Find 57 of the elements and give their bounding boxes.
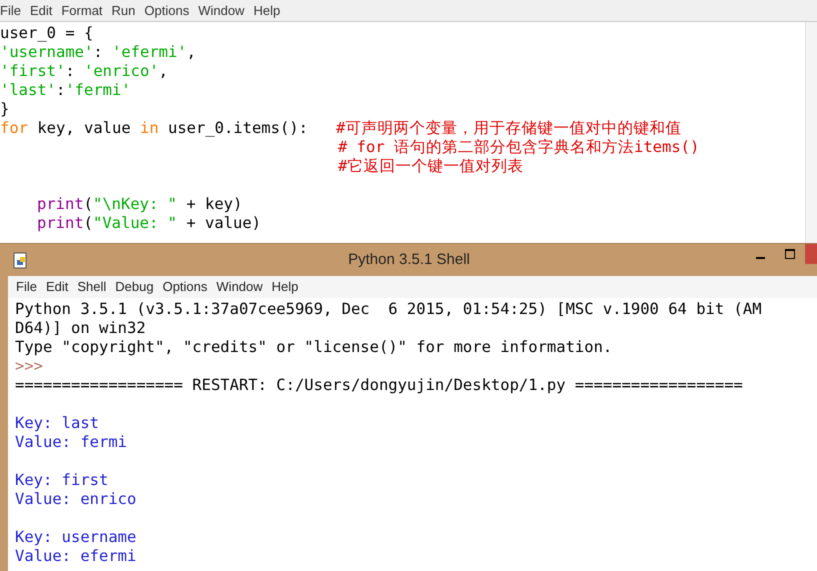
code-token: 'efermi'	[112, 43, 187, 61]
code-token: ,	[158, 62, 168, 80]
code-comment: # for 语句的第二部分包含字典名和方法items()	[338, 138, 700, 156]
shell-line: ================== RESTART: C:/Users/dongyujin/Desktop/1.py ==================	[15, 376, 743, 394]
shell-line: Key: username	[15, 528, 136, 546]
code-token: ,	[186, 43, 196, 61]
window-title: Python 3.5.1 Shell	[348, 250, 471, 270]
code-token: :	[56, 81, 66, 99]
shell-line: Value: enrico	[15, 490, 136, 508]
code-comment: #可声明两个变量，用于存储键一值对中的键和值	[336, 119, 682, 137]
shell-prompt: >>>	[15, 357, 43, 375]
code-token: user_0 = {	[0, 24, 94, 42]
shell-line: Python 3.5.1 (v3.5.1:37a07cee5969, Dec 6 2015, 01:54:25) [MSC v.1900 64 bit (AM	[15, 300, 762, 318]
menu-item[interactable]: Options	[144, 0, 190, 20]
code-token: for	[0, 119, 28, 137]
menu-item[interactable]: File	[16, 277, 37, 297]
code-token: + key)	[185, 195, 242, 213]
code-token: print	[37, 214, 84, 232]
code-token: in	[140, 119, 159, 137]
code-token: 'first'	[0, 62, 66, 80]
shell-line: Key: first	[15, 471, 108, 489]
menu-item[interactable]: Edit	[46, 277, 68, 297]
menu-item[interactable]: Run	[112, 0, 136, 20]
code-token: :	[93, 43, 104, 61]
menu-item[interactable]: Edit	[30, 0, 52, 20]
shell-line: Key: last	[15, 414, 99, 432]
code-token: 'last'	[0, 81, 56, 99]
code-token: print	[37, 195, 84, 213]
menu-item[interactable]: Window	[216, 277, 263, 297]
menu-item[interactable]: Debug	[115, 277, 154, 297]
menu-item[interactable]: Help	[272, 277, 298, 297]
code-token: "Value: "	[93, 214, 178, 232]
shell-line: Value: efermi	[15, 547, 136, 565]
menu-item[interactable]: Options	[162, 277, 208, 297]
menu-item[interactable]: Shell	[77, 277, 106, 297]
shell-line: Value: fermi	[15, 433, 127, 451]
code-token: (	[84, 195, 94, 213]
code-token: + value)	[185, 214, 262, 232]
code-comment: #它返回一个键一值对列表	[338, 157, 524, 175]
shell-line: D64)] on win32	[15, 319, 146, 337]
code-token: }	[0, 100, 10, 118]
menu-item[interactable]: Help	[253, 0, 280, 20]
code-token: 'username'	[0, 43, 94, 61]
shell-line: Type "copyright", "credits" or "license()" for more information.	[15, 338, 612, 356]
code-token: 'enrico'	[84, 62, 159, 80]
minimize-icon	[756, 257, 764, 259]
code-token: key, value	[36, 119, 132, 137]
code-token: 'fermi'	[65, 81, 131, 99]
scrollbar[interactable]	[805, 22, 817, 243]
code-token: :	[65, 62, 76, 80]
menu-item[interactable]: Format	[61, 0, 103, 20]
code-token: (	[84, 214, 94, 232]
menu-item[interactable]: File	[0, 0, 21, 20]
maximize-icon	[785, 249, 795, 259]
menu-item[interactable]: Window	[198, 0, 244, 20]
code-token: user_0.items():	[166, 119, 309, 137]
code-token: "\nKey: "	[93, 195, 178, 213]
